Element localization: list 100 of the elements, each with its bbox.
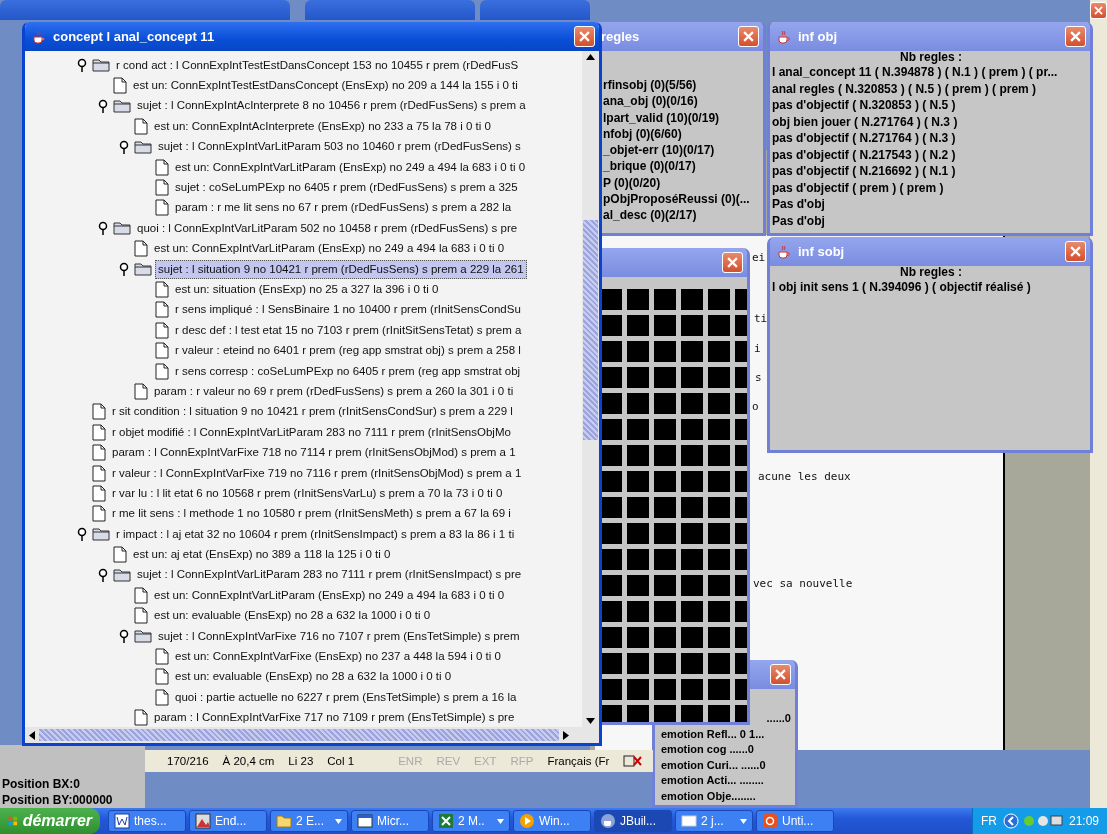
rule-item[interactable]: _brique (0)(0/17) xyxy=(603,158,763,175)
rule-item[interactable]: nfobj (0)(6/60) xyxy=(603,125,763,143)
book-icon[interactable] xyxy=(623,754,644,768)
document-text: s xyxy=(755,371,762,385)
close-button[interactable] xyxy=(574,26,595,47)
taskbar-button[interactable]: JBuil... xyxy=(594,810,672,832)
rules-count-label: Nb regles : xyxy=(900,266,962,279)
taskbar-button[interactable]: End... xyxy=(189,810,267,832)
tree-item[interactable]: r sens corresp : coSeLumPExp no 6405 r prem (reg app smstrat obj xyxy=(172,361,524,381)
document-icon xyxy=(92,464,106,482)
tree-item[interactable]: param : l ConnExpIntVarFixe 718 no 7114 r prem (rInitSensObjMod) s prem a 1 xyxy=(109,443,519,463)
rule-item[interactable]: pObjProposéReussi (0)(... xyxy=(603,191,763,208)
rule-item[interactable]: P (0)(0/20) xyxy=(603,174,763,192)
tree-item[interactable]: est un: evaluable (EnsExp) no 28 a 632 la 1000 i 0 ti 0 xyxy=(151,606,434,626)
expand-handle-icon[interactable] xyxy=(119,629,129,644)
tree-item[interactable]: r cond act : l ConnExpIntTestEstDansConcept 153 no 10455 r prem (rDedFusS xyxy=(113,55,522,75)
close-icon xyxy=(743,31,754,42)
document-icon xyxy=(134,709,148,727)
tree-item[interactable]: est un: ConnExpIntVarLitParam (EnsExp) no 249 a 494 la 683 i 0 ti 0 xyxy=(151,239,508,259)
tree-item[interactable]: sujet : l ConnExpIntAcInterprete 8 no 10456 r prem (rDedFusSens) s prem a xyxy=(134,96,529,116)
expand-handle-icon[interactable] xyxy=(98,98,108,113)
document-icon xyxy=(92,505,106,523)
expand-handle-icon[interactable] xyxy=(77,527,87,542)
taskbar-button[interactable]: 2 M.. xyxy=(432,810,510,832)
expand-handle-icon[interactable] xyxy=(119,262,129,277)
document-icon xyxy=(155,668,169,686)
vertical-scrollbar[interactable] xyxy=(582,51,599,727)
tree-item[interactable]: sujet : l ConnExpIntVarLitParam 283 no 7111 r prem (rInitSensImpact) s pre xyxy=(134,565,525,585)
position-label: Position BY:000000 xyxy=(2,792,114,808)
taskbar-button[interactable]: 2 E... xyxy=(270,810,348,832)
document-icon xyxy=(134,117,148,135)
taskbar-button[interactable]: Micr... xyxy=(351,810,429,832)
clock: 21:09 xyxy=(1068,814,1099,828)
tree-item[interactable]: param : r me lit sens no 67 r prem (rDedFusSens) s prem a 282 la xyxy=(172,198,515,218)
expand-handle-icon[interactable] xyxy=(98,567,108,582)
emotion-item: emotion Acti... ........ xyxy=(661,773,765,788)
tree-item[interactable]: sujet : l ConnExpIntVarLitParam 503 no 10460 r prem (rDedFusSens) s xyxy=(155,137,524,157)
taskbar-button[interactable]: 2 j... xyxy=(675,810,753,832)
tree-item[interactable]: quoi : partie actuelle no 6227 r prem (EnsTetSimple) s prem a 16 la xyxy=(172,687,520,707)
tree-item[interactable]: r valeur : eteind no 6401 r prem (reg app smstrat obj) s prem a 258 l xyxy=(172,341,524,361)
tree-item[interactable]: est un: ConnExpIntVarFixe (EnsExp) no 237 a 448 la 594 i 0 ti 0 xyxy=(172,647,504,666)
tree-item[interactable]: r valeur : l ConnExpIntVarFixe 719 no 7116 r prem (rInitSensObjMod) s prem a 1 xyxy=(109,463,525,483)
tree-item[interactable]: r objet modifié : l ConnExpIntVarLitParam 283 no 7111 r prem (rInitSensObjMo xyxy=(109,422,514,442)
close-icon xyxy=(1070,246,1081,257)
object-info-item: anal regles ( N.320853 ) ( N.5 ) ( prem ) ( prem ) xyxy=(772,80,1038,97)
document-icon xyxy=(155,362,169,380)
play-icon xyxy=(519,813,535,829)
up-arrow-icon[interactable] xyxy=(586,54,595,60)
object-info-item: pas d'objectif ( prem ) ( prem ) xyxy=(772,179,945,196)
close-icon xyxy=(1070,31,1081,42)
object-info-item: pas d'objectif ( N.271764 ) ( N.3 ) xyxy=(772,130,957,147)
tree-item[interactable]: param : r valeur no 69 r prem (rDedFusSens) s prem a 260 la 301 i 0 ti xyxy=(151,381,517,401)
tree-item[interactable]: r var lu : l lit etat 6 no 10568 r prem (rInitSensVarLu) s prem a 70 la 73 i 0 ti 0 xyxy=(109,483,506,503)
tree-item[interactable]: r desc def : l test etat 15 no 7103 r prem (rInitSitSensTetat) s prem a xyxy=(172,320,525,340)
expand-handle-icon[interactable] xyxy=(77,58,87,73)
rule-item[interactable]: rfinsobj (0)(5/56) xyxy=(603,77,763,94)
window-title: inf sobj xyxy=(798,244,846,259)
down-arrow-icon[interactable] xyxy=(586,718,595,724)
tree-item[interactable]: est un: ConnExpIntTestEstDansConcept (EnsExp) no 209 a 144 la 155 i 0 ti xyxy=(130,76,521,96)
tree-item[interactable]: r impact : l aj etat 32 no 10604 r prem (rInitSensImpact) s prem a 83 la 86 i 1 ti xyxy=(113,524,518,544)
horizontal-scrollbar[interactable] xyxy=(25,727,599,743)
folder-icon xyxy=(113,567,131,582)
tree-item[interactable]: param : l ConnExpIntVarFixe 717 no 7109 r prem (EnsTetSimple) s pre xyxy=(151,708,518,727)
tree-item[interactable]: est un: ConnExpIntAcInterprete (EnsExp) no 233 a 75 la 78 i 0 ti 0 xyxy=(151,116,494,136)
emotion-item: emotion Curi... ......0 xyxy=(661,757,767,773)
scrollbar-thumb[interactable] xyxy=(583,220,598,440)
taskbar-button[interactable]: thes... xyxy=(108,810,186,832)
tree-item[interactable]: sujet : coSeLumPExp no 6405 r prem (rDedFusSens) s prem a 325 xyxy=(172,178,521,198)
taskbar-button[interactable]: Win... xyxy=(513,810,591,832)
tree-item[interactable]: est un: evaluable (EnsExp) no 28 a 632 la 1000 i 0 ti 0 xyxy=(172,667,455,687)
document-text: ei xyxy=(752,251,766,265)
left-arrow-icon[interactable] xyxy=(29,730,35,740)
tree-item[interactable]: quoi : l ConnExpIntVarLitParam 502 no 10458 r prem (rDedFusSens) s pre xyxy=(134,218,521,238)
close-button[interactable] xyxy=(1090,2,1107,19)
scrollbar-thumb[interactable] xyxy=(39,729,559,741)
tree-item[interactable]: r me lit sens : l methode 1 no 10580 r prem (rInitSensMeth) s prem a 67 la 69 i xyxy=(109,504,514,524)
rule-item[interactable]: lpart_valid (10)(0/19) xyxy=(603,109,763,126)
document-icon xyxy=(92,403,106,421)
window-title: inf obj xyxy=(798,29,838,44)
tree-item[interactable]: r sit condition : l situation 9 no 10421 r prem (rInitSensCondSur) s prem a 229 l xyxy=(109,402,516,422)
tree-item[interactable]: r sens impliqué : l SensBinaire 1 no 10400 r prem (rInitSensCondSu xyxy=(172,300,524,320)
tree-item[interactable]: est un: ConnExpIntVarLitParam (EnsExp) no 249 a 494 la 683 i 0 ti 0 xyxy=(151,585,508,605)
rule-item[interactable]: al_desc (0)(2/17) xyxy=(603,207,763,224)
rule-item[interactable]: _objet-err (10)(0/17) xyxy=(603,142,763,159)
expand-handle-icon[interactable] xyxy=(98,221,108,236)
rule-item[interactable]: ana_obj (0)(0/16) xyxy=(603,93,763,110)
tree-item[interactable]: sujet : l situation 9 no 10421 r prem (rDedFusSens) s prem a 229 la 261 xyxy=(155,259,527,279)
tree-item[interactable]: est un: ConnExpIntVarLitParam (EnsExp) no 249 a 494 la 683 i 0 ti 0 xyxy=(172,157,529,177)
emotion-item: ......0 xyxy=(766,711,792,726)
line-number: Li 23 xyxy=(288,755,314,767)
tree-item[interactable]: est un: situation (EnsExp) no 25 a 327 la 396 i 0 ti 0 xyxy=(172,280,442,299)
tree-item[interactable]: sujet : l ConnExpIntVarFixe 716 no 7107 r prem (EnsTetSimple) s prem xyxy=(155,626,523,646)
tree-item[interactable]: est un: aj etat (EnsExp) no 389 a 118 la 125 i 0 ti 0 xyxy=(130,545,394,565)
folder-icon xyxy=(134,629,152,644)
object-info-item: pas d'objectif ( N.217543 ) ( N.2 ) xyxy=(772,146,957,163)
expand-handle-icon[interactable] xyxy=(119,139,129,154)
taskbar-button[interactable]: Unti... xyxy=(756,810,834,832)
tray-icons-drawing[interactable] xyxy=(1002,813,1063,829)
right-arrow-icon[interactable] xyxy=(563,730,569,740)
language-label[interactable]: Français (Fr xyxy=(547,755,610,767)
